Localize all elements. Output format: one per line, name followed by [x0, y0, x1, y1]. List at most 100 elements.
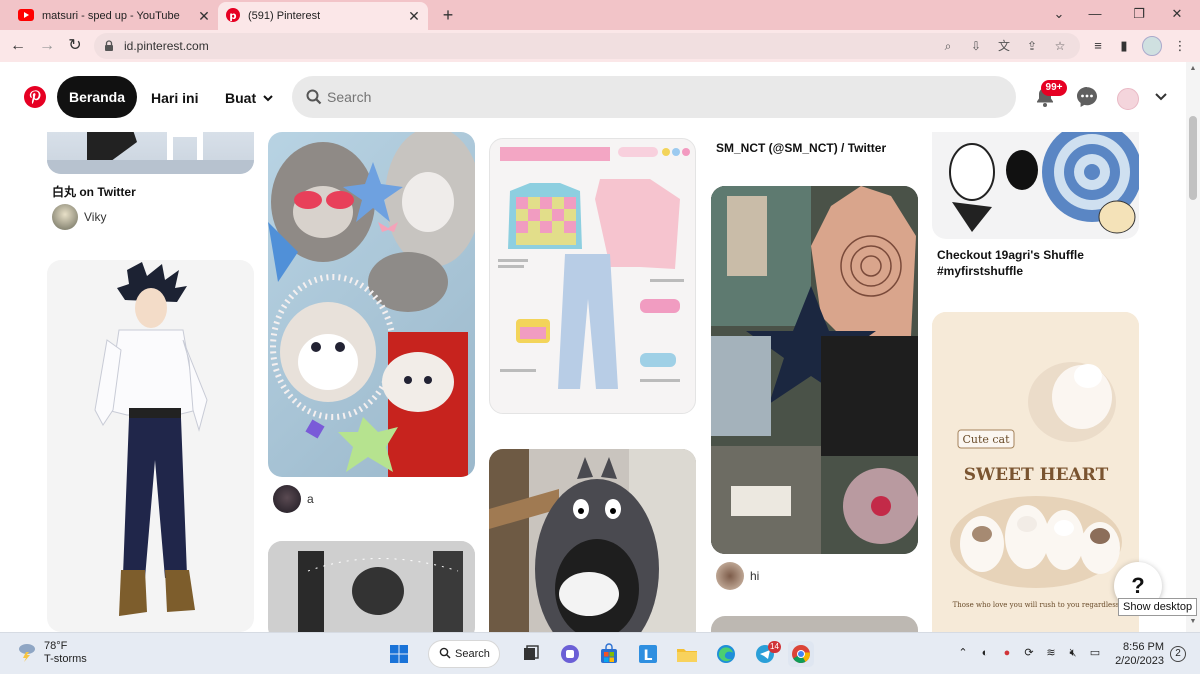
pinterest-header: Beranda Hari ini Buat	[0, 62, 1186, 132]
battery-icon[interactable]: ▭	[1088, 646, 1102, 660]
pinterest-search-bar[interactable]	[292, 76, 1016, 118]
tray-overflow-chevron-icon[interactable]: ⌃	[956, 646, 970, 660]
taskbar-search[interactable]: Search	[428, 640, 500, 668]
nav-today-link[interactable]: Hari ini	[151, 90, 198, 106]
zoom-search-icon[interactable]: ⌕	[940, 38, 956, 54]
pin-image[interactable]	[47, 260, 254, 632]
pin-user[interactable]: a	[273, 485, 314, 513]
pin-image[interactable]	[268, 541, 475, 632]
weather-condition: T-storms	[44, 653, 87, 665]
bookmark-star-icon[interactable]: ☆	[1052, 38, 1068, 54]
pin-username: hi	[750, 569, 760, 583]
scroll-up-icon[interactable]: ▲	[1188, 65, 1198, 72]
clock-date: 2/20/2023	[1115, 655, 1164, 667]
pin-image[interactable]	[489, 138, 696, 414]
share-icon[interactable]: ⇪	[1024, 38, 1040, 54]
profile-avatar[interactable]	[1142, 36, 1162, 56]
pin-title[interactable]: SM_NCT (@SM_NCT) / Twitter	[716, 140, 916, 156]
pin-image[interactable]	[711, 616, 918, 632]
minimize-icon[interactable]: —	[1080, 4, 1110, 24]
task-view-icon[interactable]	[518, 641, 544, 667]
windows-taskbar: 78°F T-storms Search L ⌃ ◐ ● ⟳ ≋ 🔇︎ ▭ 8:…	[0, 632, 1200, 674]
maximize-icon[interactable]: ❐	[1124, 4, 1154, 24]
svg-text:p: p	[229, 11, 236, 22]
thunderstorm-icon	[16, 640, 38, 667]
messages-icon[interactable]	[1075, 85, 1099, 109]
nav-create-link[interactable]: Buat	[225, 90, 274, 107]
svg-text:L: L	[644, 648, 653, 664]
user-avatar[interactable]	[1117, 88, 1139, 110]
pin-title[interactable]: 白丸 on Twitter	[52, 184, 252, 200]
weather-widget[interactable]: 78°F T-storms	[16, 640, 87, 667]
svg-text:Cute cat: Cute cat	[962, 433, 1010, 446]
translate-icon[interactable]: 文	[996, 38, 1012, 54]
pin-user[interactable]: hi	[716, 562, 759, 590]
notification-center-count[interactable]: 2	[1170, 646, 1186, 662]
pinterest-logo-icon[interactable]	[24, 86, 46, 108]
file-explorer-icon[interactable]	[674, 641, 700, 667]
new-tab-icon[interactable]: +	[438, 5, 458, 25]
back-icon[interactable]: ←	[8, 36, 28, 56]
tab-search-chevron-icon[interactable]: ⌄	[1044, 4, 1074, 24]
close-tab-icon[interactable]: ✕	[406, 8, 422, 24]
search-input[interactable]	[327, 87, 927, 107]
pin-image[interactable]	[489, 449, 696, 632]
more-menu-icon[interactable]: ⋮	[1170, 36, 1190, 56]
pin-user[interactable]: Viky	[52, 204, 106, 230]
user-avatar	[716, 562, 744, 590]
chrome-icon[interactable]	[788, 641, 814, 667]
lock-icon[interactable]	[102, 39, 116, 53]
svg-text:SWEET HEART: SWEET HEART	[964, 465, 1109, 485]
reading-list-icon[interactable]: ≡	[1088, 36, 1108, 56]
pin-image[interactable]: Cute cat SWEET HEART Those who love you …	[932, 312, 1139, 632]
scroll-down-icon[interactable]: ▼	[1188, 618, 1198, 625]
close-window-icon[interactable]: ✕	[1162, 4, 1192, 24]
volume-muted-icon[interactable]: 🔇︎	[1066, 646, 1080, 660]
taskbar-search-label: Search	[455, 648, 490, 660]
youtube-icon	[18, 8, 34, 24]
edge-browser-icon[interactable]	[713, 641, 739, 667]
search-icon	[306, 89, 322, 105]
page-scrollbar[interactable]: ▲ ▼	[1186, 62, 1200, 632]
system-clock[interactable]: 8:56 PM 2/20/2023	[1112, 640, 1164, 668]
pinterest-icon: p	[226, 7, 240, 25]
close-tab-icon[interactable]: ✕	[196, 8, 212, 24]
nav-home-button[interactable]: Beranda	[57, 76, 137, 118]
pin-username: a	[307, 492, 314, 506]
scrollbar-thumb[interactable]	[1189, 116, 1197, 200]
nav-create-label: Buat	[225, 90, 257, 106]
weather-temp: 78°F	[44, 640, 68, 652]
tab-title: (591) Pinterest	[248, 10, 321, 22]
user-avatar	[52, 204, 78, 230]
notification-badge: 99+	[1041, 80, 1067, 96]
tab-pinterest[interactable]: p (591) Pinterest ✕	[218, 2, 428, 30]
tray-record-icon[interactable]: ●	[1000, 646, 1014, 660]
svg-text:Those who love you will rush t: Those who love you will rush to you rega…	[953, 601, 1120, 609]
teams-chat-icon[interactable]	[557, 641, 583, 667]
pin-username: Viky	[84, 210, 107, 224]
tray-app-icon[interactable]: ◐	[978, 646, 992, 660]
show-desktop-tooltip: Show desktop	[1118, 598, 1198, 616]
address-bar[interactable]: id.pinterest.com ⌕ ⇩ 文 ⇪ ☆	[94, 33, 1080, 59]
side-panel-icon[interactable]: ▮	[1114, 36, 1134, 56]
pin-image[interactable]	[932, 132, 1139, 239]
reload-icon[interactable]: ↻	[65, 36, 85, 56]
forward-icon[interactable]: →	[37, 36, 57, 56]
pin-title[interactable]: Checkout 19agri's Shuffle #myfirstshuffl…	[937, 247, 1137, 279]
chevron-down-icon	[262, 91, 274, 107]
pin-image[interactable]	[47, 132, 254, 174]
account-chevron-down-icon[interactable]	[1153, 88, 1169, 104]
pin-image[interactable]	[268, 132, 475, 477]
install-app-icon[interactable]: ⇩	[968, 38, 984, 54]
wifi-icon[interactable]: ≋	[1044, 646, 1058, 660]
pin-image[interactable]	[711, 186, 918, 554]
microsoft-store-icon[interactable]	[596, 641, 622, 667]
app-l-icon[interactable]: L	[635, 641, 661, 667]
search-icon	[439, 647, 451, 662]
browser-toolbar: ← → ↻ id.pinterest.com ⌕ ⇩ 文 ⇪ ☆ ≡ ▮ ⋮	[0, 30, 1200, 62]
tab-youtube[interactable]: matsuri - sped up - YouTube ✕	[10, 2, 218, 30]
clock-time: 8:56 PM	[1123, 641, 1164, 653]
url-text: id.pinterest.com	[124, 39, 209, 53]
tray-sync-icon[interactable]: ⟳	[1022, 646, 1036, 660]
windows-start-icon[interactable]	[386, 641, 412, 667]
